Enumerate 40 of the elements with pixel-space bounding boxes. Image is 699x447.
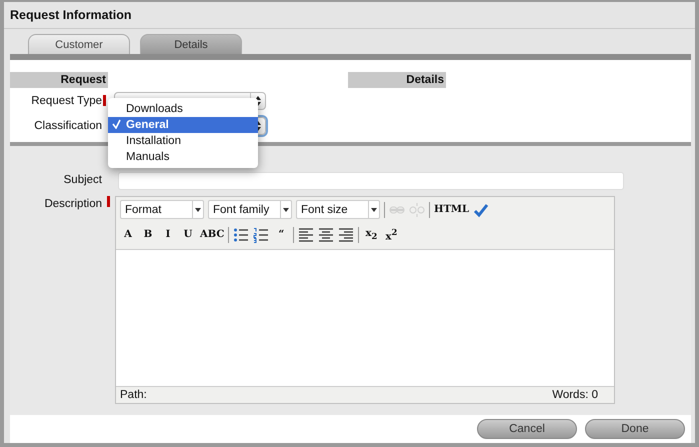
caret-icon <box>195 208 201 212</box>
toolbar-button[interactable]: HTML <box>434 204 469 215</box>
toolbar-button[interactable]: “ <box>273 229 290 240</box>
toolbar-dropdown[interactable]: Font family <box>208 200 292 219</box>
toolbar-dropdown[interactable]: Format <box>120 200 204 219</box>
bullet-list-icon[interactable] <box>233 226 250 242</box>
caret-icon <box>283 208 289 212</box>
field-label: Request Type <box>30 94 102 106</box>
toolbar-button[interactable]: U <box>180 229 196 240</box>
menu-option[interactable]: Downloads <box>108 101 258 117</box>
menu-option[interactable]: Installation <box>108 133 258 149</box>
section-header: Request <box>10 72 108 88</box>
align-left-icon[interactable] <box>298 226 314 242</box>
word-count: Words: 0 <box>552 389 598 401</box>
numbered-list-icon[interactable] <box>253 226 270 242</box>
spellcheck-icon[interactable] <box>473 202 489 218</box>
path-label: Path: <box>120 389 147 401</box>
field-label: Subject <box>62 173 102 186</box>
window-title: Request Information <box>4 2 695 29</box>
checkmark-icon <box>112 118 121 128</box>
align-right-icon[interactable] <box>338 226 354 242</box>
field-label: Classification <box>33 120 102 132</box>
section-header: Details <box>348 72 446 88</box>
toolbar-button[interactable]: x$^{2}$ <box>383 226 400 242</box>
toolbar-button[interactable]: I <box>160 229 176 240</box>
align-center-icon[interactable] <box>318 226 334 242</box>
toolbar-button[interactable]: x$_{2}$ <box>363 228 380 241</box>
toolbar-button[interactable]: A <box>120 229 136 240</box>
menu-option[interactable]: Manuals <box>108 149 258 165</box>
tab[interactable]: Details <box>140 34 242 54</box>
menu-option[interactable]: General <box>108 117 258 133</box>
caret-icon <box>371 208 377 212</box>
field-label: Description <box>43 197 102 210</box>
subject-field[interactable] <box>118 172 624 190</box>
toolbar-button[interactable]: B <box>140 229 156 240</box>
tab[interactable]: Customer <box>28 34 130 54</box>
toolbar-button[interactable]: ABC <box>200 229 224 240</box>
toolbar-dropdown[interactable]: Font size <box>296 200 380 219</box>
dialog-button[interactable]: Cancel <box>477 419 577 439</box>
dialog-button[interactable]: Done <box>585 419 685 439</box>
